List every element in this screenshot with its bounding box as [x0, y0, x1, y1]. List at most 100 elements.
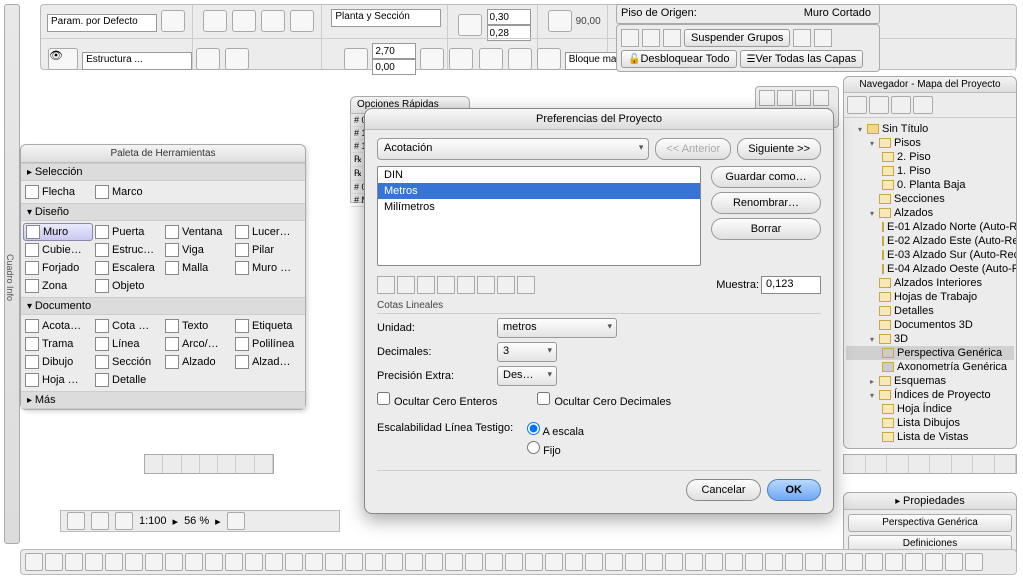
bottom-icon[interactable] — [25, 553, 43, 571]
all-layers-button[interactable]: ☰ Ver Todas las Capas — [740, 50, 864, 68]
bottom-icon[interactable] — [245, 553, 263, 571]
list-item[interactable]: Milímetros — [378, 199, 700, 215]
nav-mode-icon[interactable] — [869, 96, 889, 114]
precision-select[interactable]: Des… — [497, 366, 557, 386]
tool-seccin[interactable]: Sección — [93, 353, 163, 371]
dim-style-icon[interactable] — [497, 276, 515, 294]
tree-perspective[interactable]: Perspectiva Genérica — [846, 346, 1014, 360]
tool-texto[interactable]: Texto — [163, 317, 233, 335]
tool-objeto[interactable]: Objeto — [93, 277, 163, 295]
decimals-select[interactable]: 3 — [497, 342, 557, 362]
tool-puerta[interactable]: Puerta — [93, 223, 163, 241]
tree-item[interactable]: 1. Piso — [846, 164, 1014, 178]
bottom-icon[interactable] — [65, 553, 83, 571]
geometry-icon-3[interactable] — [261, 10, 285, 32]
mini-icon[interactable] — [218, 455, 236, 473]
column-icon[interactable] — [458, 14, 482, 36]
nf-icon[interactable] — [887, 455, 909, 473]
mini-icon[interactable] — [163, 455, 181, 473]
dim-style-icon[interactable] — [437, 276, 455, 294]
tree-item[interactable]: Hoja Índice — [846, 402, 1014, 416]
bottom-icon[interactable] — [785, 553, 803, 571]
tool-viga[interactable]: Viga — [163, 241, 233, 259]
bottom-icon[interactable] — [825, 553, 843, 571]
nf-icon[interactable] — [995, 455, 1017, 473]
tool-acota[interactable]: Acota… — [23, 317, 93, 335]
rename-button[interactable]: Renombrar… — [711, 192, 821, 214]
tool-arco[interactable]: Arco/… — [163, 335, 233, 353]
dim-style-icon[interactable] — [397, 276, 415, 294]
bottom-icon[interactable] — [805, 553, 823, 571]
section-more[interactable]: ▸ Más — [21, 391, 305, 409]
tool-muro[interactable]: Muro … — [233, 259, 303, 277]
bottom-icon[interactable] — [645, 553, 663, 571]
gb-icon-2[interactable] — [642, 29, 660, 47]
c-icon[interactable] — [479, 48, 503, 70]
bottom-icon[interactable] — [625, 553, 643, 571]
tool-dibujo[interactable]: Dibujo — [23, 353, 93, 371]
bottom-icon[interactable] — [765, 553, 783, 571]
list-item[interactable]: DIN — [378, 167, 700, 183]
hide-dec-checkbox[interactable]: Ocultar Cero Decimales — [537, 392, 671, 408]
bottom-icon[interactable] — [425, 553, 443, 571]
delete-button[interactable]: Borrar — [711, 218, 821, 240]
tool-zona[interactable]: Zona — [23, 277, 93, 295]
prop-perspective[interactable]: Perspectiva Genérica — [848, 514, 1012, 532]
tree-root[interactable]: ▾Sin Título — [846, 122, 1014, 136]
unlock-all-button[interactable]: 🔓 Desbloquear Todo — [621, 50, 737, 68]
next-button[interactable]: Siguiente >> — [737, 138, 821, 160]
plan-section-button[interactable]: Planta y Sección — [331, 9, 441, 27]
e-icon[interactable] — [537, 48, 561, 70]
list-item[interactable]: Metros — [378, 183, 700, 199]
bottom-icon[interactable] — [165, 553, 183, 571]
gb-icon-1[interactable] — [621, 29, 639, 47]
status-icon[interactable] — [227, 512, 245, 530]
bottom-icon[interactable] — [205, 553, 223, 571]
tree-item[interactable]: 2. Piso — [846, 150, 1014, 164]
tool-etiqueta[interactable]: Etiqueta — [233, 317, 303, 335]
tree-item[interactable]: Lista Dibujos — [846, 416, 1014, 430]
gb-icon-5[interactable] — [814, 29, 832, 47]
tree-item[interactable]: Lista de Vistas — [846, 430, 1014, 444]
bottom-icon[interactable] — [325, 553, 343, 571]
si-1[interactable] — [196, 48, 220, 70]
scale-radio-1[interactable]: A escala — [527, 422, 584, 438]
tree-item[interactable]: E-01 Alzado Norte (Auto-R — [846, 220, 1014, 234]
ok-button[interactable]: OK — [767, 479, 822, 501]
tool-detalle[interactable]: Detalle — [93, 371, 163, 389]
nav-mode-icon[interactable] — [913, 96, 933, 114]
h1-input[interactable] — [372, 43, 416, 59]
tree-alzados[interactable]: ▾Alzados — [846, 206, 1014, 220]
tool-trama[interactable]: Trama — [23, 335, 93, 353]
bottom-icon[interactable] — [965, 553, 983, 571]
bottom-icon[interactable] — [385, 553, 403, 571]
tree-pisos[interactable]: ▾Pisos — [846, 136, 1014, 150]
units-list[interactable]: DIN Metros Milímetros — [377, 166, 701, 266]
dim-style-icon[interactable] — [457, 276, 475, 294]
category-combo[interactable]: Acotación — [377, 138, 649, 160]
arrow-icon[interactable] — [161, 10, 185, 32]
gb-icon-3[interactable] — [663, 29, 681, 47]
bottom-icon[interactable] — [545, 553, 563, 571]
nav-mode-icon[interactable] — [847, 96, 867, 114]
dim-style-icon[interactable] — [377, 276, 395, 294]
dim1-input[interactable] — [487, 9, 531, 25]
tree-item[interactable]: E-04 Alzado Oeste (Auto-R — [846, 262, 1014, 276]
bottom-icon[interactable] — [525, 553, 543, 571]
fb-icon[interactable] — [777, 90, 793, 106]
tree-indices[interactable]: ▾Índices de Proyecto — [846, 388, 1014, 402]
tool-cubie[interactable]: Cubie… — [23, 241, 93, 259]
bottom-icon[interactable] — [925, 553, 943, 571]
tool-escalera[interactable]: Escalera — [93, 259, 163, 277]
muro-cortado[interactable]: Muro Cortado — [804, 7, 871, 19]
dim-style-icon[interactable] — [477, 276, 495, 294]
zoom-value[interactable]: 56 % — [184, 515, 209, 527]
bottom-icon[interactable] — [665, 553, 683, 571]
bottom-icon[interactable] — [905, 553, 923, 571]
prev-button[interactable]: << Anterior — [655, 138, 731, 160]
bottom-icon[interactable] — [725, 553, 743, 571]
bottom-icon[interactable] — [405, 553, 423, 571]
tool-estruc[interactable]: Estruc… — [93, 241, 163, 259]
rotate-icon[interactable] — [344, 48, 368, 70]
bottom-icon[interactable] — [685, 553, 703, 571]
